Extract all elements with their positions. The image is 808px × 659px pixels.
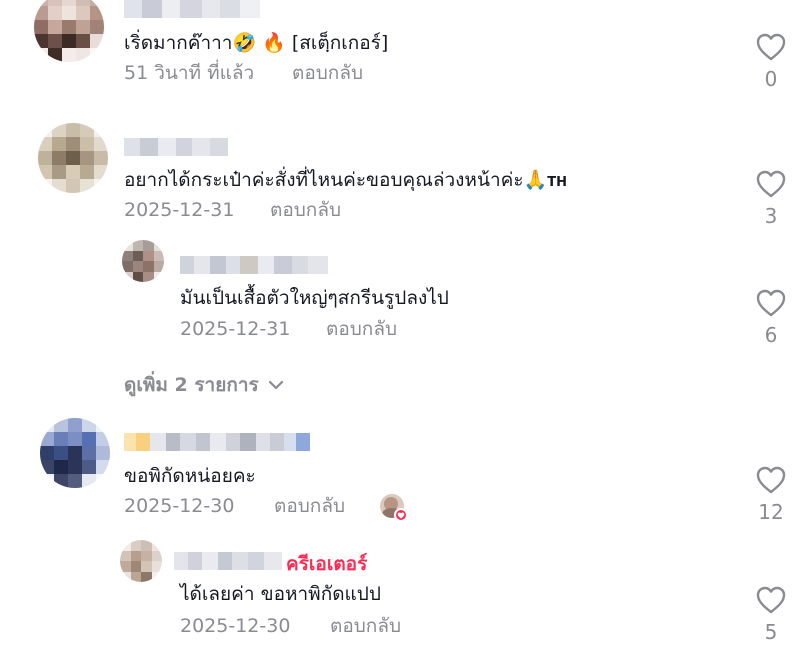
comment-time: 2025-12-30 xyxy=(180,615,291,637)
reply-item: ครีเอเตอร์ ได้เลยค่า ขอหาพิกัดแปป 2025-1… xyxy=(0,0,808,659)
like-count: 5 xyxy=(764,620,778,644)
username-blurred[interactable] xyxy=(174,552,282,570)
comments-panel: เริ่ดมากค๊าาา🤣 🔥 [สเตฺ็กเกอร์] 51 วินาที… xyxy=(0,0,808,659)
reply-button[interactable]: ตอบกลับ xyxy=(330,614,401,638)
comment-text: ได้เลยค่า ขอหาพิกัดแปป xyxy=(180,583,381,605)
heart-outline-icon xyxy=(756,586,786,614)
like-button[interactable]: 5 xyxy=(751,586,791,644)
avatar[interactable] xyxy=(120,540,162,582)
creator-badge: ครีเอเตอร์ xyxy=(286,553,368,575)
